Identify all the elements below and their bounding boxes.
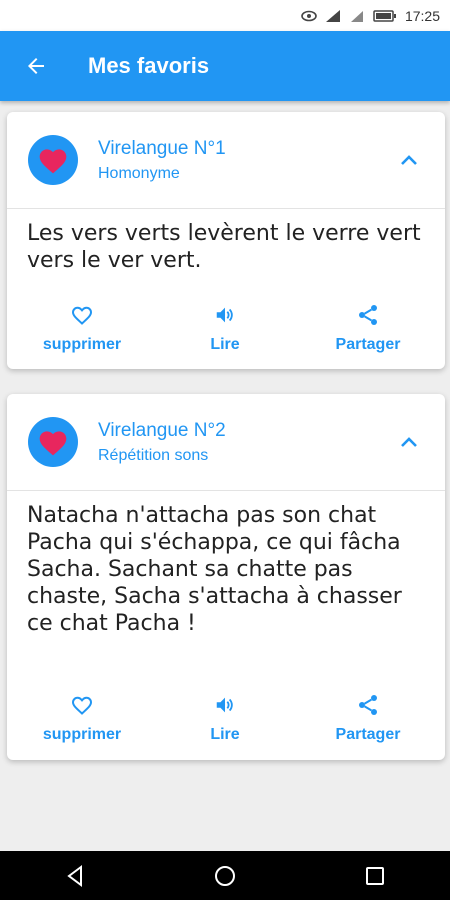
favorite-card: Virelangue N°1 Homonyme Les vers verts l… [7,112,445,369]
heart-outline-icon [71,306,93,325]
speaker-icon [216,307,233,323]
app-bar: Mes favoris [0,31,450,101]
heart-icon [39,149,67,174]
share-label: Partager [335,726,401,743]
delete-favorite-button[interactable]: supprimer [22,692,142,744]
avatar [28,417,78,467]
page-title: Mes favoris [88,53,210,78]
status-bar: 17:25 [0,0,450,31]
share-label: Partager [335,336,401,353]
delete-label: supprimer [42,726,122,743]
read-button[interactable]: Lire [165,692,285,744]
favorite-card: Virelangue N°2 Répétition sons Natacha n… [7,394,445,760]
wifi-off-icon [349,9,365,23]
chevron-up-icon [401,155,417,165]
signal-icon [325,9,341,23]
card-title: Virelangue N°1 [98,138,226,159]
battery-icon [373,9,397,22]
share-button[interactable]: Partager [308,692,428,744]
collapse-button[interactable] [397,148,421,172]
heart-outline-icon [71,696,93,715]
card-header[interactable]: Virelangue N°1 Homonyme [7,112,445,209]
share-icon [359,305,377,325]
back-arrow-icon [28,58,44,74]
read-button[interactable]: Lire [165,302,285,354]
read-label: Lire [210,726,240,743]
read-label: Lire [210,336,240,353]
speaker-icon [216,697,233,713]
delete-favorite-button[interactable]: supprimer [22,302,142,354]
chevron-up-icon [401,437,417,447]
card-actions: supprimer Lire Partager [7,302,445,362]
card-subtitle: Répétition sons [98,447,209,464]
share-icon [359,695,377,715]
card-header[interactable]: Virelangue N°2 Répétition sons [7,394,445,491]
card-subtitle: Homonyme [98,165,180,182]
system-nav-bar [0,851,450,900]
avatar [28,135,78,185]
heart-icon [39,431,67,456]
card-title: Virelangue N°2 [98,420,226,441]
delete-label: supprimer [42,336,122,353]
circle-home-icon [215,865,235,886]
nav-recents-button[interactable] [345,856,405,896]
share-button[interactable]: Partager [308,302,428,354]
card-actions: supprimer Lire Partager [7,692,445,752]
back-button[interactable] [16,46,56,86]
nav-back-button[interactable] [45,856,105,896]
eye-icon [301,10,317,22]
nav-home-button[interactable] [195,856,255,896]
tongue-twister-text: Natacha n'attacha pas son chat Pacha qui… [27,503,402,636]
tongue-twister-text: Les vers verts levèrent le verre vert ve… [27,221,421,273]
collapse-button[interactable] [397,430,421,454]
triangle-back-icon [67,864,82,887]
square-recents-icon [366,866,384,885]
status-time: 17:25 [404,7,440,24]
